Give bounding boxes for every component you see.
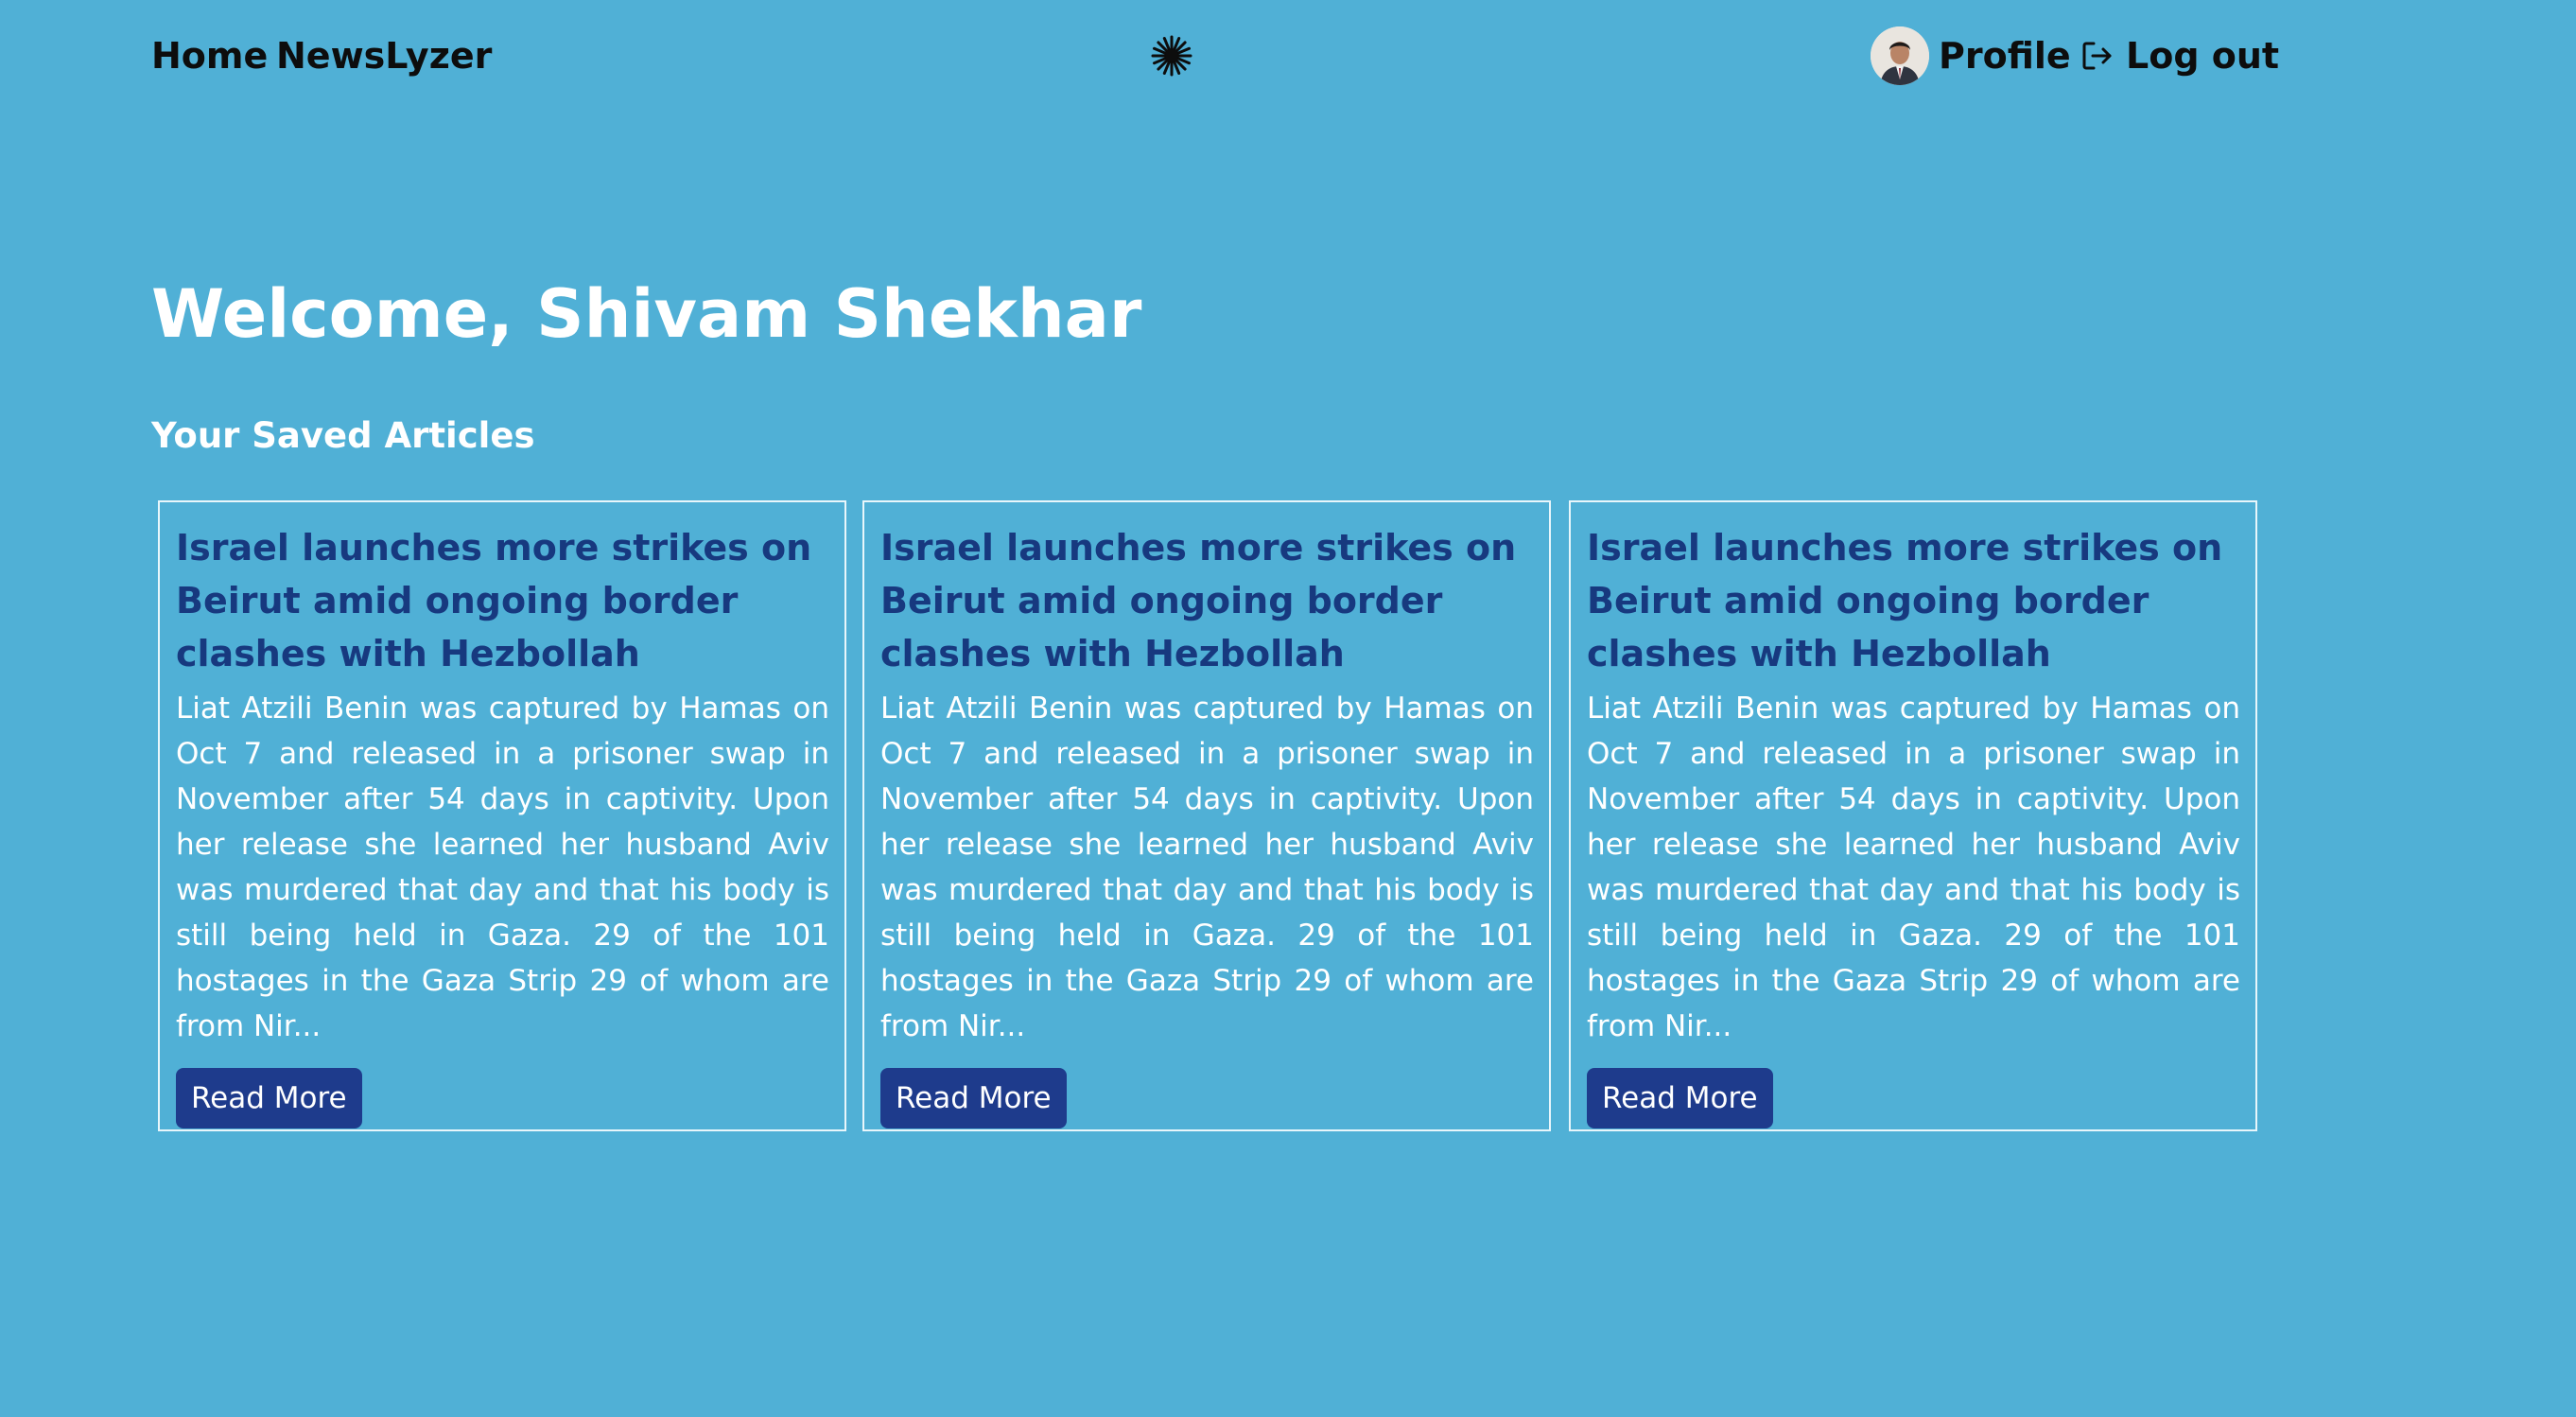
article-summary: Liat Atzili Benin was captured by Hamas … (176, 691, 829, 1043)
article-summary: Liat Atzili Benin was captured by Hamas … (1587, 691, 2240, 1043)
article-summary: Liat Atzili Benin was captured by Hamas … (880, 691, 1534, 1043)
article-title[interactable]: Israel launches more strikes on Beirut a… (1587, 521, 2240, 680)
nav-brand-link[interactable]: NewsLyzer (276, 26, 492, 85)
saved-articles-list: Israel launches more strikes on Beirut a… (158, 500, 2260, 1134)
top-nav: Home NewsLyzer Profile Log out (0, 0, 2576, 112)
saved-articles-title: Your Saved Articles (151, 415, 535, 456)
nav-home-link[interactable]: Home (151, 26, 268, 85)
article-card: Israel launches more strikes on Beirut a… (158, 500, 846, 1131)
avatar (1871, 26, 1929, 85)
article-card: Israel launches more strikes on Beirut a… (1569, 500, 2257, 1131)
article-title[interactable]: Israel launches more strikes on Beirut a… (880, 521, 1534, 680)
read-more-button[interactable]: Read More (880, 1068, 1067, 1128)
article-title[interactable]: Israel launches more strikes on Beirut a… (176, 521, 829, 680)
logout-button[interactable]: Log out (2080, 25, 2279, 87)
read-more-button[interactable]: Read More (176, 1068, 362, 1128)
welcome-heading: Welcome, Shivam Shekhar (151, 275, 1142, 353)
logout-label: Log out (2126, 35, 2280, 77)
log-out-icon (2082, 42, 2112, 70)
read-more-button[interactable]: Read More (1587, 1068, 1773, 1128)
sunburst-icon (1151, 35, 1192, 77)
profile-link[interactable]: Profile (1871, 25, 2071, 87)
article-card: Israel launches more strikes on Beirut a… (862, 500, 1551, 1131)
profile-label: Profile (1939, 35, 2071, 77)
avatar-portrait-icon (1871, 26, 1929, 85)
